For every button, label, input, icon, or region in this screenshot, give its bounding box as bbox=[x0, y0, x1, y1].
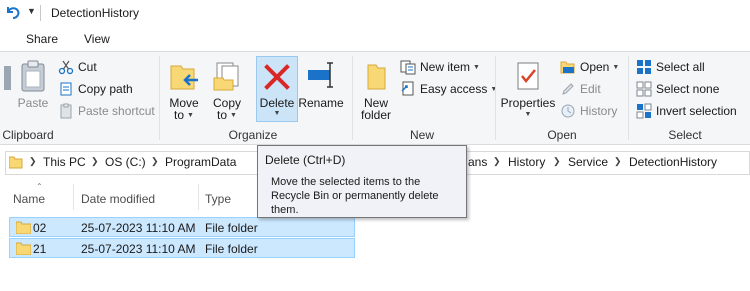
select-all-label: Select all bbox=[656, 60, 705, 74]
pin-to-quick-access-button[interactable] bbox=[0, 56, 12, 122]
select-all-icon bbox=[637, 60, 651, 74]
clipboard-paste-icon bbox=[21, 60, 45, 92]
new-folder-label-line2: folder bbox=[360, 108, 392, 122]
column-divider[interactable] bbox=[73, 184, 74, 210]
quick-access-dropdown-icon[interactable]: ▼ bbox=[27, 6, 36, 16]
properties-button[interactable]: Properties ▼ bbox=[500, 56, 556, 122]
column-divider[interactable] bbox=[198, 184, 199, 210]
history-label: History bbox=[580, 104, 618, 118]
file-date-modified: 25-07-2023 11:10 AM bbox=[81, 242, 196, 256]
rename-button[interactable]: Rename bbox=[298, 56, 344, 122]
move-to-folder-icon bbox=[170, 65, 198, 90]
file-name: 21 bbox=[33, 242, 47, 256]
file-type: File folder bbox=[205, 221, 258, 235]
folder-icon bbox=[16, 242, 31, 255]
breadcrumb-detectionhistory[interactable]: DetectionHistory bbox=[629, 155, 717, 169]
delete-tooltip: Delete (Ctrl+D) Move the selected items … bbox=[257, 145, 467, 218]
breadcrumb-chevron-icon[interactable]: ❯ bbox=[553, 156, 561, 167]
delete-x-icon bbox=[264, 64, 290, 90]
tooltip-title: Delete (Ctrl+D) bbox=[265, 153, 346, 167]
paste-shortcut-label: Paste shortcut bbox=[78, 104, 155, 118]
breadcrumb-chevron-icon[interactable]: ❯ bbox=[493, 156, 501, 167]
paste-button[interactable]: Paste bbox=[14, 56, 52, 122]
breadcrumb-chevron-icon[interactable]: ❯ bbox=[151, 156, 159, 167]
open-label: Open ▼ bbox=[580, 60, 620, 74]
invert-selection-label: Invert selection bbox=[656, 104, 737, 118]
breadcrumb-service[interactable]: Service bbox=[568, 155, 608, 169]
clipboard-group-label: Clipboard bbox=[2, 128, 54, 142]
copy-path-label: Copy path bbox=[78, 82, 133, 96]
tab-share[interactable]: Share bbox=[26, 32, 58, 46]
tab-view[interactable]: View bbox=[84, 32, 110, 46]
window-title: DetectionHistory bbox=[51, 6, 140, 20]
table-row[interactable]: 02 25-07-2023 11:10 AM File folder bbox=[9, 217, 355, 237]
breadcrumb-history[interactable]: History bbox=[508, 155, 545, 169]
column-header-date-modified[interactable]: Date modified bbox=[81, 192, 155, 206]
properties-icon bbox=[517, 62, 539, 90]
delete-button[interactable]: Delete ▼ bbox=[256, 56, 298, 122]
folder-icon bbox=[16, 221, 31, 234]
pin-icon bbox=[4, 66, 11, 90]
new-folder-button[interactable]: New folder bbox=[356, 56, 396, 122]
tooltip-body: Move the selected items to the Recycle B… bbox=[271, 176, 439, 216]
column-header-name[interactable]: Name bbox=[13, 192, 45, 206]
ribbon-tabs: Share View bbox=[0, 27, 750, 51]
select-none-label: Select none bbox=[656, 82, 720, 96]
delete-label: Delete bbox=[259, 96, 295, 110]
cut-label: Cut bbox=[78, 60, 97, 74]
copy-path-icon bbox=[60, 82, 72, 96]
rename-icon bbox=[308, 62, 333, 88]
breadcrumb-chevron-icon[interactable]: ❯ bbox=[91, 156, 99, 167]
breadcrumb-programdata[interactable]: ProgramData bbox=[165, 155, 236, 169]
properties-label: Properties bbox=[500, 96, 556, 110]
breadcrumb-chevron-icon[interactable]: ❯ bbox=[614, 156, 622, 167]
history-clock-icon bbox=[561, 104, 575, 118]
paste-label: Paste bbox=[17, 96, 49, 110]
breadcrumb-windows-defender[interactable]: ans bbox=[468, 155, 487, 169]
group-divider bbox=[495, 56, 496, 140]
move-to-label-line2: to ▼ bbox=[174, 108, 194, 122]
scissors-icon bbox=[58, 60, 74, 75]
invert-selection-icon bbox=[636, 103, 652, 119]
new-folder-icon bbox=[367, 64, 386, 90]
group-divider bbox=[628, 56, 629, 140]
group-divider bbox=[352, 56, 353, 140]
file-name: 02 bbox=[33, 221, 47, 235]
new-item-icon bbox=[400, 60, 416, 75]
ribbon: Paste Cut Copy path Paste shortcut Clipb… bbox=[0, 51, 750, 145]
copy-to-folder-icon bbox=[213, 62, 239, 91]
breadcrumb-os-c[interactable]: OS (C:) bbox=[105, 155, 146, 169]
new-item-label: New item ▼ bbox=[420, 60, 480, 74]
select-group-label: Select bbox=[668, 128, 702, 142]
select-none-icon bbox=[636, 81, 652, 97]
organize-group-label: Organize bbox=[228, 128, 278, 142]
rename-label: Rename bbox=[298, 96, 344, 110]
column-header-type[interactable]: Type bbox=[205, 192, 231, 206]
file-date-modified: 25-07-2023 11:10 AM bbox=[81, 221, 196, 235]
undo-icon[interactable] bbox=[5, 4, 21, 20]
copy-to-button[interactable]: Copy to ▼ bbox=[208, 56, 246, 122]
copy-to-label-line2: to ▼ bbox=[217, 108, 237, 122]
new-group-label: New bbox=[409, 128, 434, 142]
group-divider bbox=[159, 56, 160, 140]
move-to-button[interactable]: Move to ▼ bbox=[166, 56, 202, 122]
open-folder-icon bbox=[560, 61, 575, 74]
edit-pencil-icon bbox=[562, 83, 574, 95]
delete-dropdown-icon[interactable]: ▼ bbox=[257, 110, 297, 117]
properties-dropdown-icon: ▼ bbox=[524, 111, 532, 118]
open-group-label: Open bbox=[547, 128, 577, 142]
title-bar: ▼ DetectionHistory bbox=[0, 0, 750, 27]
easy-access-icon bbox=[401, 81, 414, 96]
breadcrumb-chevron-icon[interactable]: ❯ bbox=[29, 156, 37, 167]
edit-label: Edit bbox=[580, 82, 601, 96]
title-separator bbox=[40, 5, 41, 21]
breadcrumb-this-pc[interactable]: This PC bbox=[43, 155, 86, 169]
file-type: File folder bbox=[205, 242, 258, 256]
sort-ascending-icon: ⌃ bbox=[36, 182, 43, 191]
paste-shortcut-icon bbox=[60, 103, 72, 119]
folder-icon bbox=[9, 156, 23, 169]
table-row[interactable]: 21 25-07-2023 11:10 AM File folder bbox=[9, 238, 355, 258]
easy-access-label: Easy access ▼ bbox=[420, 82, 498, 96]
